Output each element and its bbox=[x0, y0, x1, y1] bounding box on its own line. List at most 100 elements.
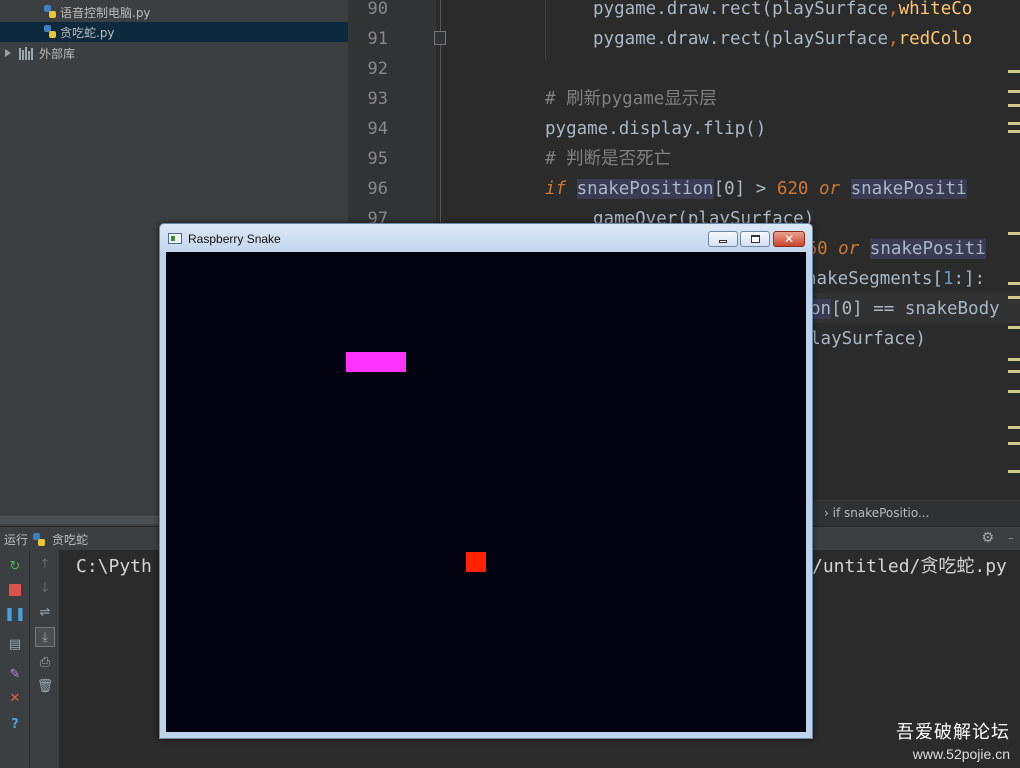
error-stripe-mark[interactable] bbox=[1008, 358, 1020, 361]
code-token: pygame.draw.rect bbox=[593, 29, 762, 49]
error-stripe-mark[interactable] bbox=[1008, 390, 1020, 393]
game-window: Raspberry Snake ✕ bbox=[159, 223, 813, 739]
pause-icon[interactable]: ❚❚ bbox=[4, 604, 26, 624]
stop-icon[interactable] bbox=[5, 580, 25, 600]
minimize-icon bbox=[719, 240, 727, 243]
run-config-name[interactable]: 贪吃蛇 bbox=[52, 531, 88, 548]
error-stripe-mark[interactable] bbox=[1008, 370, 1020, 373]
line-number: 91 bbox=[367, 29, 388, 49]
code-token: snakePositi bbox=[869, 239, 986, 259]
watermark: 吾爱破解论坛 www.52pojie.cn bbox=[896, 718, 1010, 762]
window-title: Raspberry Snake bbox=[188, 232, 281, 246]
food-raspberry bbox=[466, 552, 486, 572]
help-icon[interactable]: ? bbox=[5, 714, 25, 734]
error-stripe-mark[interactable] bbox=[1008, 70, 1020, 73]
error-stripe-mark[interactable] bbox=[1008, 122, 1020, 125]
code-token: > bbox=[745, 179, 777, 199]
error-stripe-mark[interactable] bbox=[1008, 426, 1020, 429]
code-line-93: # 刷新pygame显示层 bbox=[545, 89, 717, 109]
gear-icon[interactable]: ⚙ bbox=[981, 530, 994, 546]
python-file-icon bbox=[42, 4, 58, 20]
error-stripe-mark[interactable] bbox=[1008, 296, 1020, 299]
code-token: [0] bbox=[831, 299, 863, 319]
code-line-98: 460 or snakePositi bbox=[796, 234, 986, 264]
console-line-prefix: C:\Pyth bbox=[76, 556, 152, 577]
code-token: on bbox=[810, 299, 832, 319]
code-token: , bbox=[888, 0, 899, 19]
code-token: or bbox=[818, 179, 841, 199]
code-token: 620 bbox=[776, 179, 809, 199]
line-number: 95 bbox=[367, 149, 388, 169]
minimize-button[interactable] bbox=[708, 231, 738, 247]
print-icon[interactable]: ⎙ bbox=[35, 652, 55, 672]
trash-icon[interactable]: 🗑 bbox=[35, 676, 55, 696]
code-token: == snakeBody bbox=[862, 299, 1000, 319]
error-stripe-mark[interactable] bbox=[1008, 470, 1020, 473]
tree-item-voice-control-file[interactable]: 语音控制电脑.py bbox=[0, 2, 348, 22]
window-titlebar[interactable]: Raspberry Snake ✕ bbox=[160, 224, 812, 252]
code-token: pygame.draw.rect bbox=[593, 0, 762, 19]
error-stripe-mark[interactable] bbox=[1008, 90, 1020, 93]
error-stripe-mark[interactable] bbox=[1008, 326, 1020, 329]
close-button[interactable]: ✕ bbox=[773, 231, 805, 247]
watermark-url: www.52pojie.cn bbox=[912, 746, 1010, 762]
line-number: 96 bbox=[367, 179, 388, 199]
code-token: snakePosition bbox=[576, 179, 714, 199]
close-icon: ✕ bbox=[783, 232, 795, 246]
run-toolbar-left: ↻ ❚❚ ▤ ✎ ✕ ? bbox=[0, 550, 30, 768]
soft-wrap-icon[interactable]: ⇌ bbox=[35, 602, 55, 622]
code-line-94: pygame.display.flip() bbox=[545, 119, 767, 139]
code-token: redColo bbox=[898, 29, 973, 49]
code-token: whiteCo bbox=[898, 0, 973, 19]
dump-threads-icon[interactable]: ▤ bbox=[5, 634, 25, 654]
app-icon[interactable] bbox=[168, 233, 182, 244]
minimize-panel-icon[interactable]: – bbox=[1008, 531, 1014, 545]
scroll-to-end-icon[interactable]: ⤓ bbox=[35, 627, 55, 647]
error-stripe-mark[interactable] bbox=[1008, 104, 1020, 107]
fold-marker-icon[interactable] bbox=[434, 31, 446, 45]
error-stripe-mark[interactable] bbox=[1008, 282, 1020, 285]
code-token: [0] bbox=[713, 179, 746, 199]
line-number: 92 bbox=[367, 59, 388, 79]
error-stripe-mark[interactable] bbox=[1008, 130, 1020, 133]
library-icon bbox=[19, 46, 35, 60]
tree-item-label: 语音控制电脑.py bbox=[60, 5, 151, 20]
code-token: ( bbox=[761, 0, 773, 19]
indent-guide bbox=[545, 0, 546, 60]
code-line-95: # 判断是否死亡 bbox=[545, 149, 672, 169]
breadcrumb-item[interactable]: › if snakePositio... bbox=[824, 506, 929, 520]
snake-body bbox=[346, 352, 406, 372]
code-token: 1 bbox=[942, 269, 954, 289]
code-line-101: laySurface) bbox=[810, 329, 926, 349]
code-token: snakePositi bbox=[850, 179, 967, 199]
line-number: 93 bbox=[367, 89, 388, 109]
line-number: 94 bbox=[367, 119, 388, 139]
line-number: 90 bbox=[367, 0, 388, 19]
code-token: :]: bbox=[953, 269, 986, 289]
expand-arrow-icon[interactable] bbox=[5, 49, 11, 57]
error-stripe-mark[interactable] bbox=[1008, 232, 1020, 235]
console-line-suffix: /untitled/贪吃蛇.py bbox=[812, 556, 1007, 577]
code-token: or bbox=[838, 239, 860, 259]
code-line-96: if snakePosition[0] > 620 or snakePositi bbox=[545, 174, 967, 204]
close-icon[interactable]: ✕ bbox=[5, 688, 25, 708]
maximize-icon bbox=[750, 235, 760, 243]
code-token: playSurface bbox=[772, 29, 889, 49]
tree-item-external-libraries[interactable]: 外部库 bbox=[0, 43, 348, 63]
rerun-icon[interactable]: ↻ bbox=[5, 556, 25, 576]
code-token: nakeSegments[ bbox=[806, 269, 943, 289]
pin-tab-icon[interactable]: ✎ bbox=[5, 664, 25, 684]
run-panel-label: 运行 bbox=[4, 533, 29, 547]
code-token: ( bbox=[761, 29, 773, 49]
scroll-up-icon[interactable]: ↑ bbox=[35, 554, 55, 574]
error-stripe-mark[interactable] bbox=[1008, 442, 1020, 445]
tree-item-snake-file[interactable]: 贪吃蛇.py bbox=[0, 22, 348, 42]
game-canvas[interactable] bbox=[166, 252, 806, 732]
code-line-100: on[0] == snakeBody bbox=[810, 294, 1000, 324]
maximize-button[interactable] bbox=[740, 231, 770, 247]
python-file-icon bbox=[31, 532, 47, 548]
code-token: playSurface bbox=[772, 0, 889, 19]
horizontal-scrollbar[interactable] bbox=[0, 516, 160, 524]
tree-item-label: 外部库 bbox=[39, 46, 76, 61]
scroll-down-icon[interactable]: ↓ bbox=[35, 578, 55, 598]
